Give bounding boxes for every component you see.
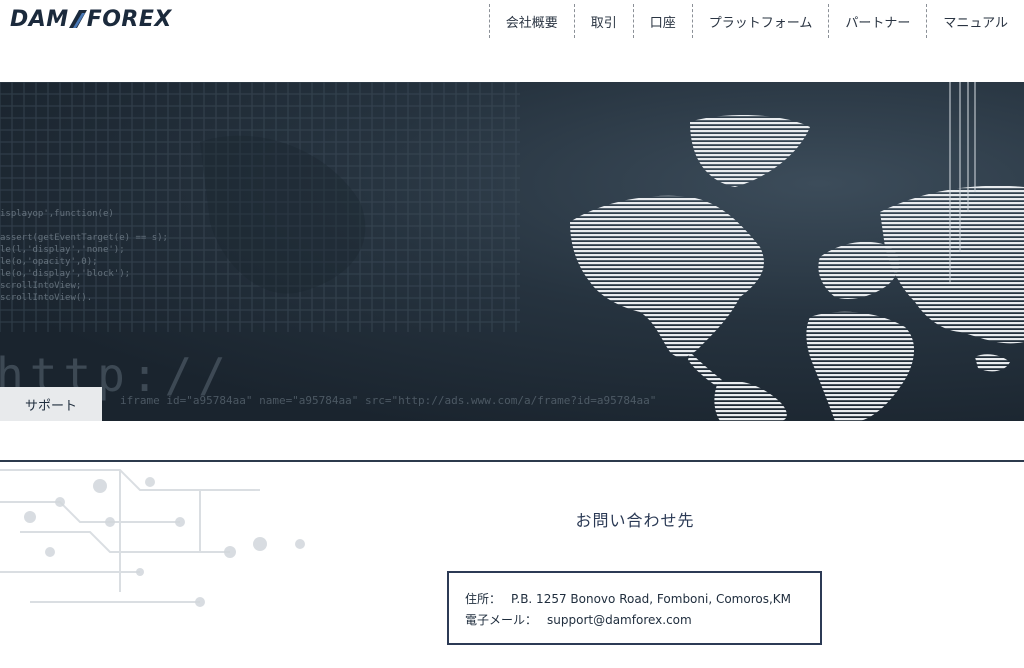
support-tab[interactable]: サポート	[0, 387, 102, 421]
nav-item-partner[interactable]: パートナー	[828, 4, 926, 38]
nav-item-platform[interactable]: プラットフォーム	[691, 4, 829, 38]
email-label: 電子メール：	[465, 613, 538, 627]
circuit-decoration-icon	[0, 469, 305, 607]
hero-code-overlay: isplayop',function(e) assert(getEventTar…	[0, 209, 168, 303]
hero-iframe-text: iframe id="a95784aa" name="a95784aa" src…	[120, 394, 657, 407]
nav-item-trading[interactable]: 取引	[573, 4, 633, 38]
email-link[interactable]: support@damforex.com	[547, 610, 692, 631]
address-value: P.B. 1257 Bonovo Road, Fomboni, Comoros,…	[511, 592, 792, 606]
nav-item-account[interactable]: 口座	[632, 4, 692, 38]
address-label: 住所：	[465, 592, 502, 606]
main-nav: 会社概要 取引 口座 プラットフォーム パートナー マニュアル	[488, 3, 1024, 39]
nav-item-company[interactable]: 会社概要	[488, 4, 574, 38]
logo-text-left: DAM	[10, 6, 69, 32]
damforex-logo[interactable]: DAM FOREX	[10, 6, 172, 32]
address-row: 住所： P.B. 1257 Bonovo Road, Fomboni, Como…	[465, 589, 820, 610]
email-row: 電子メール： support@damforex.com	[465, 610, 820, 631]
nav-item-manual[interactable]: マニュアル	[926, 4, 1024, 38]
contact-title: お問い合わせ先	[575, 511, 695, 530]
logo-text-right: FOREX	[86, 6, 172, 32]
hero-banner: isplayop',function(e) assert(getEventTar…	[0, 82, 1024, 421]
site-header: DAM FOREX 会社概要 取引 口座 プラットフォーム パートナー マニュア…	[0, 0, 1024, 40]
logo-swoosh-icon	[68, 9, 87, 29]
contact-box: 住所： P.B. 1257 Bonovo Road, Fomboni, Como…	[447, 571, 822, 645]
